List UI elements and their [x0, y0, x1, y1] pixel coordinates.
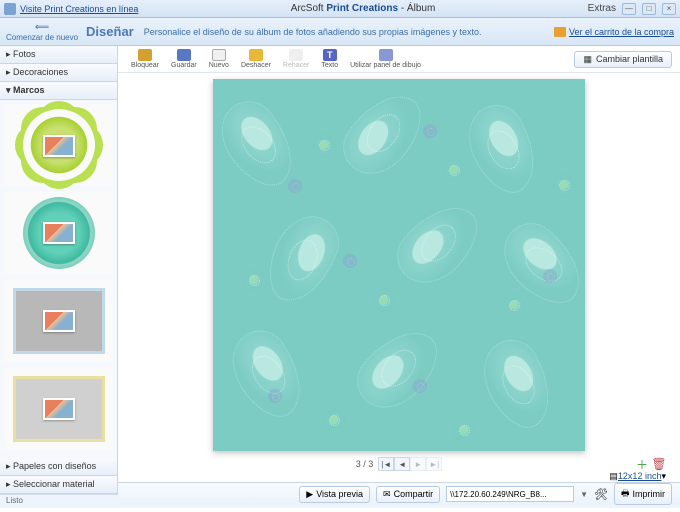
page-title: Diseñar [86, 24, 134, 39]
maximize-button[interactable]: □ [642, 3, 656, 15]
accordion-decoraciones[interactable]: ▸ Decoraciones [0, 64, 117, 82]
extras-menu[interactable]: Extras [588, 3, 616, 14]
prev-page-button[interactable]: ◄ [394, 457, 410, 471]
redo-icon [289, 49, 303, 61]
accordion-papeles[interactable]: ▸ Papeles con diseños [0, 458, 117, 476]
last-page-button: ►| [426, 457, 442, 471]
panel-icon [379, 49, 393, 61]
back-arrow-icon: ⟸ [35, 22, 49, 33]
save-button[interactable]: Guardar [166, 48, 202, 70]
design-canvas[interactable] [213, 79, 585, 451]
accordion-fotos[interactable]: ▸ Fotos [0, 46, 117, 64]
page-subtitle: Personalice el diseño de su álbum de fot… [144, 27, 554, 37]
window-title: ArcSoft Print Creations - Álbum [138, 3, 587, 14]
page-size-icon: ▤ [609, 471, 618, 482]
new-icon [212, 49, 226, 61]
lock-icon [138, 49, 152, 61]
new-button[interactable]: Nuevo [204, 48, 234, 70]
printer-dropdown-icon[interactable]: ▼ [580, 490, 588, 499]
undo-icon [249, 49, 263, 61]
accordion-material[interactable]: ▸ Seleccionar material [0, 476, 117, 494]
save-icon [177, 49, 191, 61]
add-page-button[interactable]: ＋ [635, 457, 649, 471]
text-icon: T [323, 49, 337, 61]
app-icon [4, 3, 16, 15]
printer-select[interactable] [446, 486, 574, 502]
size-link[interactable]: 12x12 inch [618, 471, 662, 482]
print-button[interactable]: 🖶Imprimir [614, 483, 672, 505]
change-template-button[interactable]: ▦Cambiar plantilla [574, 51, 672, 68]
frame-rect-yellow[interactable] [4, 368, 113, 450]
cart-icon [554, 27, 566, 37]
frame-circle[interactable] [4, 192, 113, 274]
lock-button[interactable]: Bloquear [126, 48, 164, 70]
cart-link[interactable]: Ver el carrito de la compra [554, 27, 674, 37]
preview-button[interactable]: ▶Vista previa [299, 486, 370, 503]
close-button[interactable]: × [662, 3, 676, 15]
panel-button[interactable]: Utilizar panel de dibujo [345, 48, 426, 70]
preview-icon: ▶ [306, 489, 313, 500]
delete-page-button[interactable]: 🗑 [652, 457, 666, 471]
undo-button[interactable]: Deshacer [236, 48, 276, 70]
minimize-button[interactable]: — [622, 3, 636, 15]
first-page-button[interactable]: |◄ [378, 457, 394, 471]
back-button[interactable]: ⟸ Comenzar de nuevo [6, 22, 78, 42]
share-button[interactable]: ✉Compartir [376, 486, 440, 503]
text-button[interactable]: TTexto [316, 48, 343, 70]
accordion-marcos[interactable]: ▾ Marcos [0, 82, 117, 100]
share-icon: ✉ [383, 489, 391, 500]
template-icon: ▦ [583, 54, 592, 65]
printer-settings-icon[interactable]: 🛠 [594, 488, 608, 501]
online-link[interactable]: Visite Print Creations en línea [20, 4, 138, 14]
print-icon: 🖶 [621, 486, 630, 502]
next-page-button: ► [410, 457, 426, 471]
page-indicator: 3 / 3 [356, 459, 374, 469]
frame-flower[interactable] [4, 104, 113, 186]
frame-rect-blue[interactable] [4, 280, 113, 362]
redo-button: Rehacer [278, 48, 314, 70]
